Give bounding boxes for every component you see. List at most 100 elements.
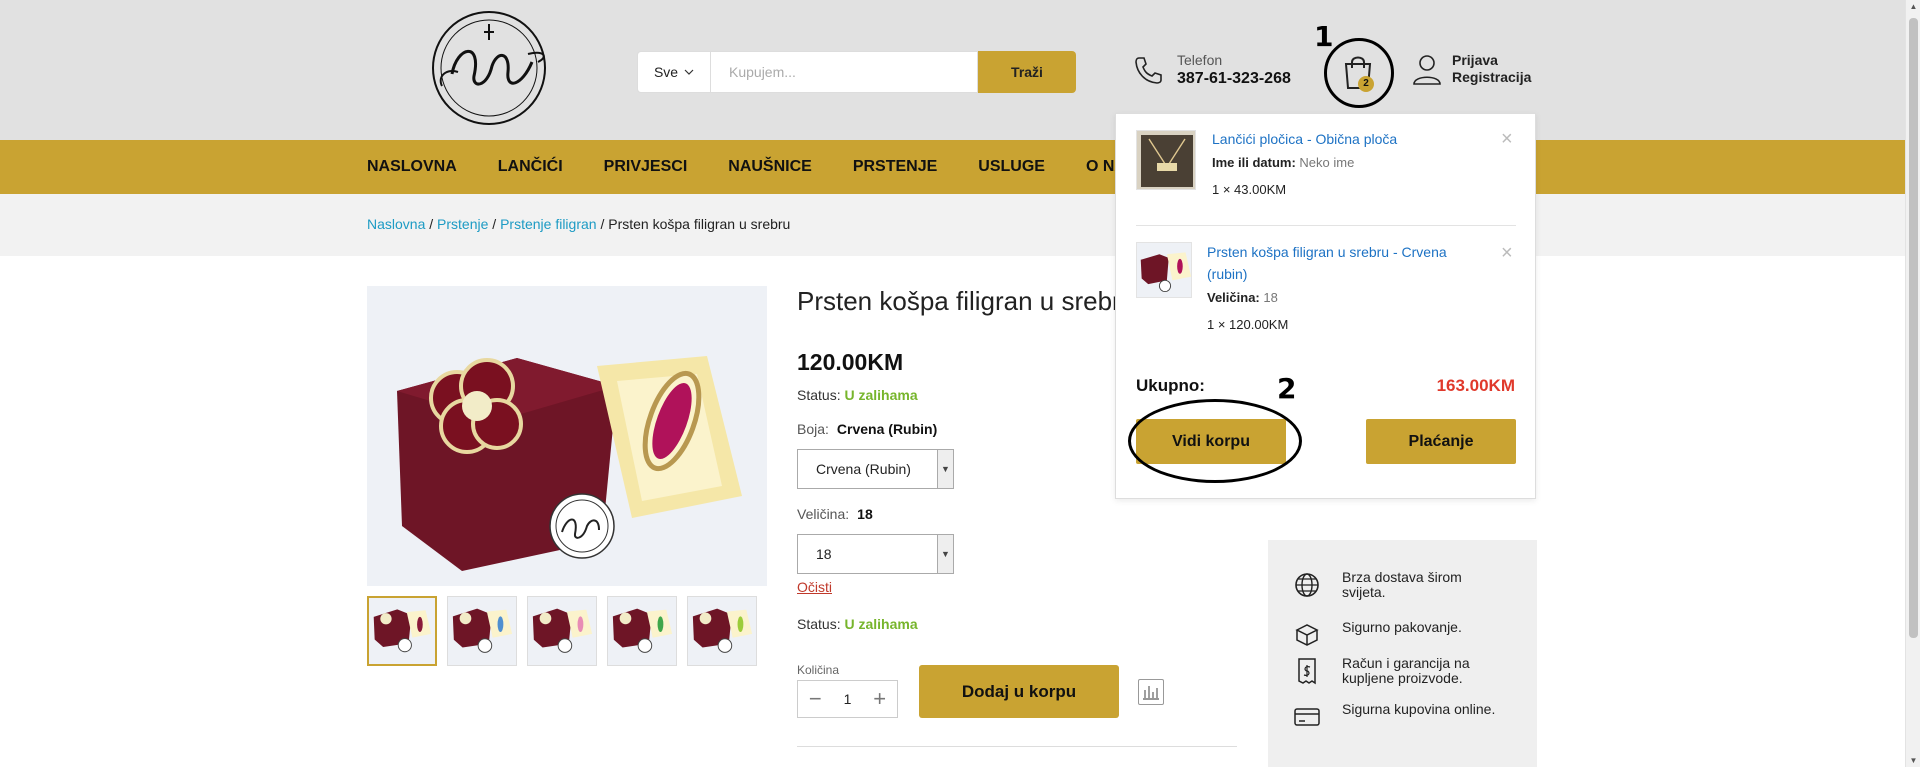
breadcrumb-prstenje[interactable]: Prstenje: [437, 216, 488, 232]
nav-item-privjesci[interactable]: PRIVJESCI: [604, 158, 688, 176]
minus-icon[interactable]: −: [809, 688, 822, 710]
color-select[interactable]: Crvena (Rubin) ▼: [797, 449, 954, 489]
product-title: Prsten košpa filigran u srebru: [797, 286, 1136, 316]
main-nav: NASLOVNA LANČIĆI PRIVJESCI NAUŠNICE PRST…: [0, 140, 1905, 194]
benefit-item: Sigurno pakovanje.: [1292, 620, 1502, 650]
annotation-circle-cart: [1324, 38, 1394, 108]
checkout-button[interactable]: Plaćanje: [1366, 419, 1516, 464]
quantity-stepper: − 1 +: [797, 680, 898, 718]
phone-number[interactable]: 387-61-323-268: [1177, 70, 1291, 88]
variation-stock-status: Status: U zalihama: [797, 616, 918, 632]
account-links: Prijava Registracija: [1412, 52, 1531, 86]
cart-item-image[interactable]: [1136, 130, 1196, 190]
nav-item-prstenje[interactable]: PRSTENJE: [853, 158, 937, 176]
product-thumbnail[interactable]: [607, 596, 677, 666]
benefit-text: Brza dostava širom svijeta.: [1342, 569, 1462, 600]
remove-item-icon[interactable]: ×: [1501, 129, 1515, 149]
phone-contact: Telefon 387-61-323-268: [1133, 52, 1291, 88]
benefit-item: Brza dostava širom svijeta.: [1292, 570, 1502, 600]
breadcrumb-naslovna[interactable]: Naslovna: [367, 216, 425, 232]
cart-item-separator: [1136, 225, 1516, 226]
header: Sve Traži Telefon 387-61-323-268 2 1: [0, 0, 1905, 140]
cart-item-meta: Ime ili datum: Neko ime: [1212, 155, 1354, 170]
product-thumbnail[interactable]: [527, 596, 597, 666]
cart-item-meta-value: Neko ime: [1299, 155, 1355, 170]
quantity-label: Količina: [797, 663, 840, 677]
nav-item-usluge[interactable]: USLUGE: [978, 158, 1045, 176]
stock-status-value: U zalihama: [844, 616, 918, 632]
search-category-select[interactable]: Sve: [637, 51, 711, 93]
nav-item-lancici[interactable]: LANČIĆI: [498, 158, 563, 176]
cart-total-label: Ukupno:: [1136, 376, 1205, 395]
benefit-item: Račun i garancija na kupljene proizvode.: [1292, 656, 1502, 686]
globe-icon: [1295, 573, 1319, 597]
size-value: 18: [857, 506, 873, 522]
cart-item-meta-label: Ime ili datum:: [1212, 155, 1296, 170]
cart-item-image[interactable]: [1136, 242, 1192, 298]
quantity-value[interactable]: 1: [844, 691, 852, 707]
benefit-text: Račun i garancija na kupljene proizvode.: [1342, 655, 1470, 686]
cart-item-name-line: (rubin): [1207, 266, 1248, 282]
color-attribute: Boja: Crvena (Rubin): [797, 421, 937, 437]
breadcrumb-current: Prsten košpa filigran u srebru: [608, 216, 791, 232]
product-thumbnail[interactable]: [447, 596, 517, 666]
size-select[interactable]: 18 ▼: [797, 534, 954, 574]
login-link[interactable]: Prijava: [1452, 52, 1531, 69]
page: Sve Traži Telefon 387-61-323-268 2 1: [0, 0, 1905, 767]
plus-icon[interactable]: +: [873, 688, 886, 710]
zlatarna-najo-logo[interactable]: [412, 6, 566, 130]
annotation-number-1: 1: [1314, 20, 1334, 53]
search-button[interactable]: Traži: [978, 51, 1076, 93]
compare-icon[interactable]: [1138, 679, 1164, 705]
cart-item-quantity: 1 × 43.00KM: [1212, 182, 1287, 197]
scrollbar-thumb[interactable]: [1909, 18, 1918, 638]
clear-selection-link[interactable]: Očisti: [797, 579, 832, 595]
register-link[interactable]: Registracija: [1452, 69, 1531, 86]
benefit-item: Sigurna kupovina online.: [1292, 702, 1502, 732]
product-photo: [367, 286, 767, 586]
search-input[interactable]: [711, 51, 978, 93]
scroll-up-icon[interactable]: ▲: [1909, 2, 1918, 11]
stock-status-label: Status:: [797, 387, 841, 403]
vertical-scrollbar[interactable]: ▲ ▼: [1905, 0, 1920, 767]
cart-item-meta: Veličina: 18: [1207, 290, 1278, 305]
package-icon: [1295, 624, 1319, 646]
color-value: Crvena (Rubin): [836, 421, 938, 437]
chevron-down-icon: ▼: [937, 535, 953, 573]
size-attribute: Veličina: 18: [797, 506, 873, 522]
product-thumbnails: [367, 596, 757, 666]
chevron-down-icon: [684, 69, 694, 75]
cart-item-name-line: Prsten košpa filigran u srebru - Crvena: [1207, 244, 1447, 260]
size-label: Veličina:: [797, 506, 850, 522]
color-label: Boja:: [797, 421, 829, 437]
nav-item-nausnice[interactable]: NAUŠNICE: [728, 158, 812, 176]
product-thumbnail[interactable]: [367, 596, 437, 666]
nav-item-naslovna[interactable]: NASLOVNA: [367, 158, 457, 176]
breadcrumb-bar: Naslovna / Prstenje / Prstenje filigran …: [0, 194, 1905, 256]
search-category-label: Sve: [653, 64, 679, 80]
benefit-text: Sigurna kupovina online.: [1342, 701, 1496, 717]
add-to-cart-button[interactable]: Dodaj u korpu: [919, 665, 1119, 718]
phone-label: Telefon: [1177, 52, 1223, 68]
user-icon: [1413, 55, 1441, 85]
remove-item-icon[interactable]: ×: [1501, 243, 1515, 263]
benefit-text: Sigurno pakovanje.: [1342, 619, 1462, 635]
breadcrumb: Naslovna / Prstenje / Prstenje filigran …: [367, 216, 790, 232]
cart-item-meta-label: Veličina:: [1207, 290, 1260, 305]
product-thumbnail[interactable]: [687, 596, 757, 666]
search-bar: Sve Traži: [637, 51, 1076, 93]
cart-item-quantity: 1 × 120.00KM: [1207, 317, 1289, 332]
cart-item-name[interactable]: Prsten košpa filigran u srebru - Crvena …: [1207, 241, 1497, 285]
credit-card-icon: [1294, 708, 1320, 726]
product-main-image[interactable]: [367, 286, 767, 586]
cart-total-value: 163.00KM: [1436, 376, 1515, 395]
scroll-down-icon[interactable]: ▼: [1909, 756, 1918, 765]
breadcrumb-prstenje-filigran[interactable]: Prstenje filigran: [500, 216, 597, 232]
phone-icon: [1135, 57, 1162, 84]
size-select-value: 18: [816, 546, 832, 562]
receipt-icon: [1298, 658, 1316, 685]
chevron-down-icon: ▼: [937, 450, 953, 488]
cart-item-name[interactable]: Lančići pločica - Obična ploča: [1212, 128, 1397, 150]
shop-benefits-panel: Brza dostava širom svijeta. Sigurno pako…: [1268, 540, 1537, 767]
section-divider: [797, 746, 1237, 747]
